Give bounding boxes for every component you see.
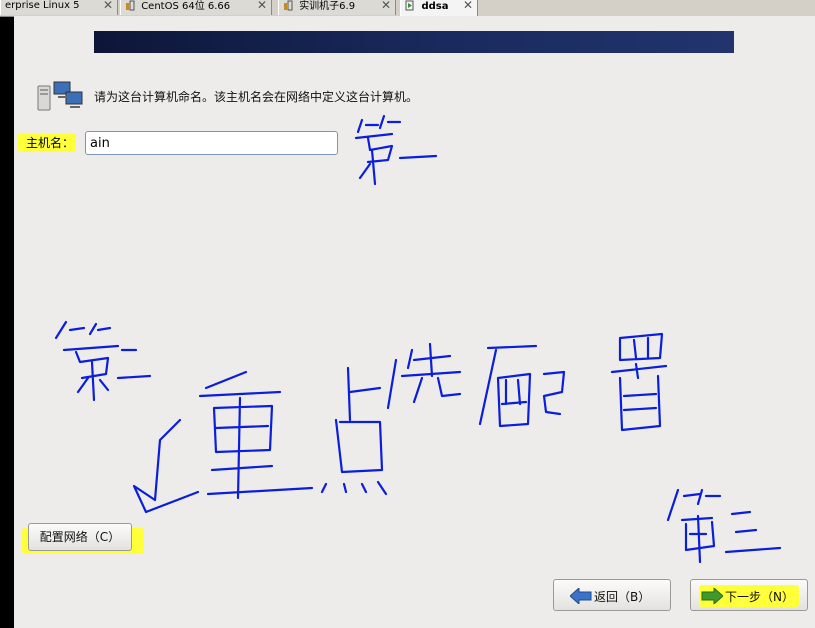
tab-label: 实训机子6.9 [299,1,356,12]
tab-label: CentOS 64位 6.66 [141,1,231,12]
installer-banner [94,31,734,53]
close-icon[interactable]: ✕ [103,0,113,11]
arrow-left-icon [570,588,592,604]
network-computers-icon [37,81,83,111]
tab-enterprise-linux[interactable]: erprise Linux 5 ✕ [0,0,118,15]
tab-training-vm[interactable]: 实训机子6.9 ✕ [278,0,396,15]
close-icon[interactable]: ✕ [463,0,473,11]
installer-panel: 请为这台计算机命名。该主机名会在网络中定义这台计算机。 主机名： 配置网络（C）… [14,16,815,628]
tab-label: ddsa [421,1,449,12]
next-button[interactable]: 下一步（N） [690,579,808,611]
vm-icon [284,0,293,11]
tab-centos[interactable]: CentOS 64位 6.66 ✕ [120,0,272,15]
hostname-input[interactable] [85,131,338,155]
close-icon[interactable]: ✕ [381,0,391,11]
vm-running-icon [405,0,414,11]
hostname-label: 主机名： [18,134,76,152]
back-button[interactable]: 返回（B） [553,579,671,611]
intro-text: 请为这台计算机命名。该主机名会在网络中定义这台计算机。 [94,90,419,104]
tab-label: erprise Linux 5 [5,0,80,11]
back-button-label: 返回（B） [594,590,651,604]
vm-tab-bar: erprise Linux 5 ✕ CentOS 64位 6.66 ✕ 实训机子… [0,0,815,17]
configure-network-button[interactable]: 配置网络（C） [28,523,132,551]
arrow-right-icon [701,588,723,604]
vm-icon [126,0,135,11]
tab-ddsa[interactable]: ddsa ✕ [400,0,478,16]
close-icon[interactable]: ✕ [257,0,267,11]
next-button-label: 下一步（N） [725,590,794,604]
